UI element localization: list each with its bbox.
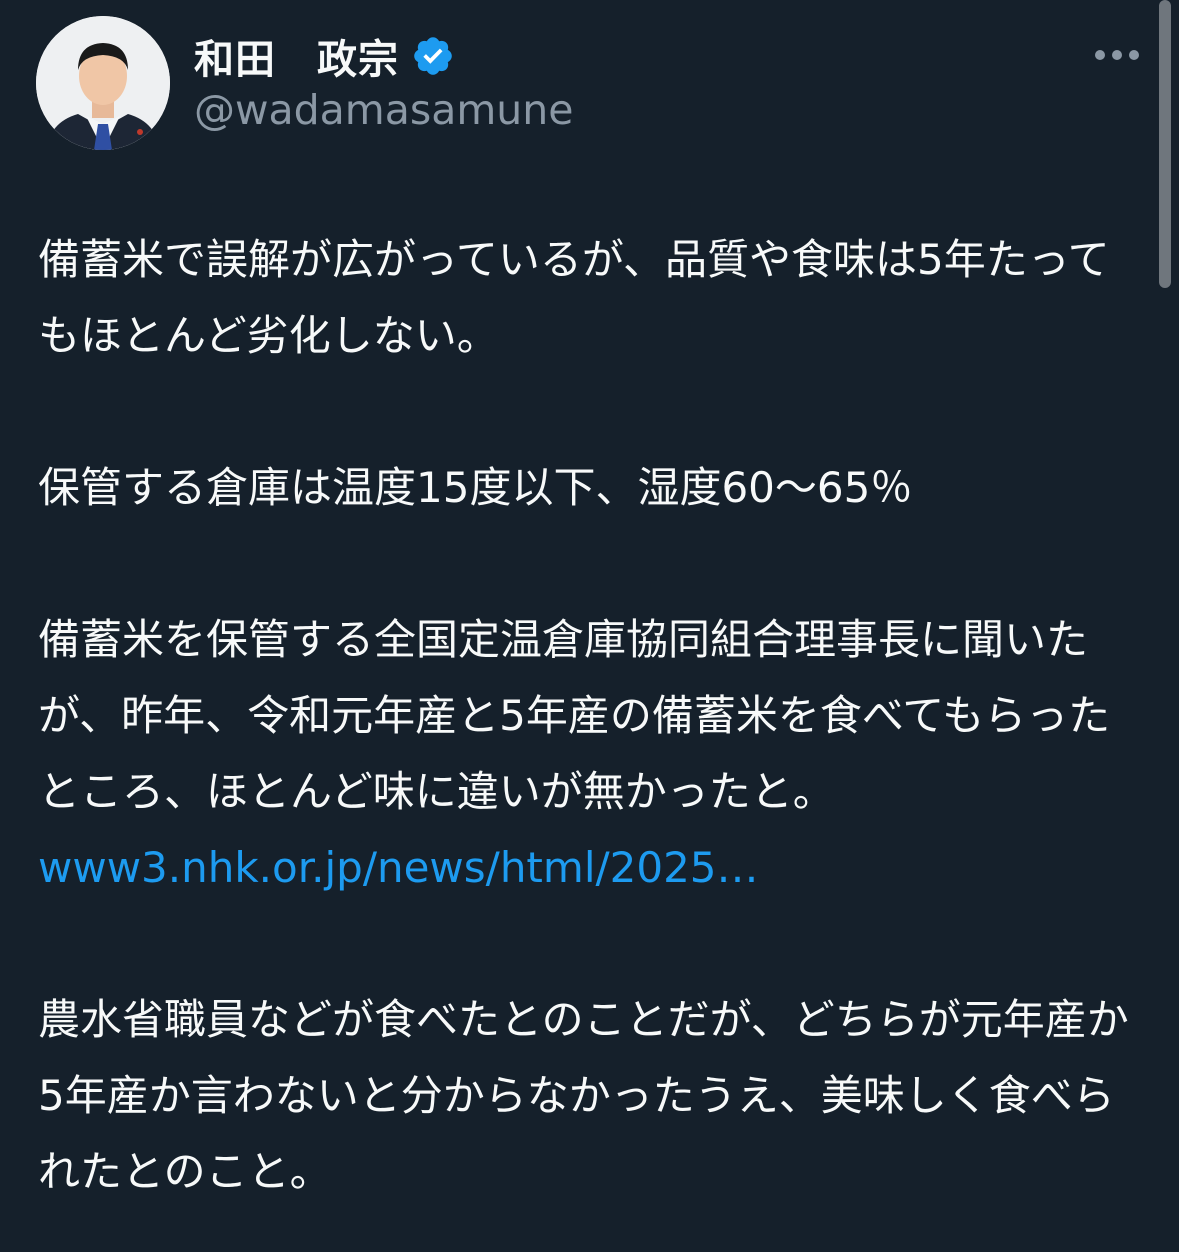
tweet-text: 備蓄米で誤解が広がっているが、品質や食味は5年たってもほとんど劣化しない。 保管… [38, 222, 1148, 1210]
tweet-paragraph-3: 備蓄米を保管する全国定温倉庫協同組合理事長に聞いたが、昨年、令和元年産と5年産の… [38, 602, 1148, 906]
more-horizontal-icon [1095, 50, 1139, 60]
avatar-photo [36, 16, 170, 150]
tweet-paragraph-3-text: 備蓄米を保管する全国定温倉庫協同組合理事長に聞いたが、昨年、令和元年産と5年産の… [38, 615, 1111, 816]
avatar[interactable] [36, 16, 170, 150]
tweet-paragraph-2: 保管する倉庫は温度15度以下、湿度60〜65％ [38, 463, 913, 512]
author-handle[interactable]: @wadamasamune [194, 86, 574, 134]
author-name-row[interactable]: 和田 政宗 [194, 27, 455, 85]
scrollbar[interactable] [1159, 0, 1171, 288]
tweet-paragraph-4: 農水省職員などが食べたとのことだが、どちらが元年産か5年産か言わないと分からなか… [38, 995, 1129, 1196]
more-options-button[interactable] [1094, 46, 1140, 64]
news-link[interactable]: www3.nhk.or.jp/news/html/2025… [38, 843, 759, 892]
verified-badge-icon [411, 34, 455, 78]
author-display-name[interactable]: 和田 政宗 [194, 27, 399, 85]
tweet-paragraph-1: 備蓄米で誤解が広がっているが、品質や食味は5年たってもほとんど劣化しない。 [38, 235, 1110, 360]
